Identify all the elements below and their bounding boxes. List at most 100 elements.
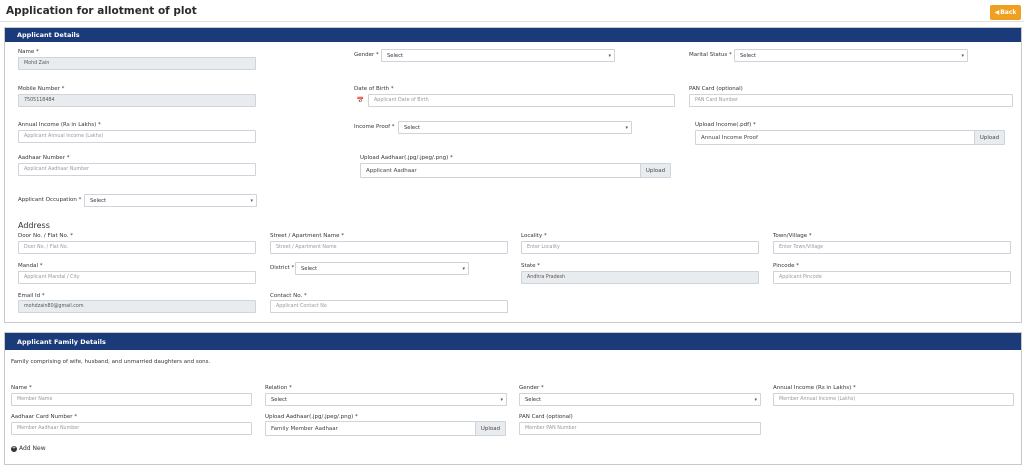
locality-label: Locality * <box>521 233 547 239</box>
chevron-down-icon: ▾ <box>625 124 628 131</box>
member-gender-label: Gender * <box>519 385 544 391</box>
member-upload-aadhaar-field[interactable]: Family Member Aadhaar Upload <box>265 421 506 436</box>
dob-input[interactable]: Applicant Date of Birth <box>368 94 675 107</box>
member-name-placeholder: Member Name <box>17 397 53 402</box>
back-arrow-icon: ◀ <box>994 9 1000 16</box>
street-placeholder: Street / Apartment Name <box>276 245 337 250</box>
upload-aadhaar-label: Upload Aadhaar(.jpg/.jpeg/.png) * <box>360 155 453 161</box>
income-proof-value: Select <box>404 124 421 131</box>
upload-income-label: Upload Income(.pdf) * <box>695 122 756 128</box>
mobile-field: 7505118484 <box>18 94 256 107</box>
town-label: Town/Village * <box>773 233 812 239</box>
page-title: Application for allotment of plot <box>6 5 197 17</box>
chevron-down-icon: ▾ <box>500 396 503 403</box>
upload-income-button[interactable]: Upload <box>974 131 1004 144</box>
mandal-label: Mandal * <box>18 263 43 269</box>
member-upload-aadhaar-placeholder: Family Member Aadhaar <box>271 425 338 432</box>
aadhaar-placeholder: Applicant Aadhaar Number <box>24 167 90 172</box>
mandal-placeholder: Applicant Mandal / City <box>24 275 80 280</box>
applicant-details-header: Applicant Details <box>5 28 1021 42</box>
state-field: Andhra Pradesh <box>521 271 759 284</box>
income-proof-select[interactable]: Select ▾ <box>398 121 632 134</box>
street-input[interactable]: Street / Apartment Name <box>270 241 508 254</box>
income-label: Annual Income (Rs in Lakhs) * <box>18 122 101 128</box>
upload-aadhaar-button[interactable]: Upload <box>640 164 670 177</box>
member-gender-select[interactable]: Select ▾ <box>519 393 761 406</box>
back-button[interactable]: ◀ Back <box>990 5 1021 20</box>
relation-label: Relation * <box>265 385 292 391</box>
contact-input[interactable]: Applicant Contact No <box>270 300 508 313</box>
member-income-label: Annual Income (Rs in Lakhs) * <box>773 385 856 391</box>
chevron-down-icon: ▾ <box>462 265 465 272</box>
name-field: Mohd Zain <box>18 57 256 70</box>
pincode-label: Pincode * <box>773 263 799 269</box>
email-field: mohdzain80@gmail.com <box>18 300 256 313</box>
chevron-down-icon: ▾ <box>961 52 964 59</box>
name-label: Name * <box>18 49 39 55</box>
add-new-member-button[interactable]: + Add New <box>11 445 46 452</box>
gender-value: Select <box>387 52 404 59</box>
gender-select[interactable]: Select ▾ <box>381 49 615 62</box>
pan-placeholder: PAN Card Number <box>695 98 738 103</box>
add-new-label: Add New <box>19 445 46 452</box>
occupation-value: Select <box>90 197 107 204</box>
aadhaar-label: Aadhaar Number * <box>18 155 70 161</box>
upload-aadhaar-field[interactable]: Applicant Aadhaar Upload <box>360 163 671 178</box>
member-income-placeholder: Member Annual Income (Lakhs) <box>779 397 856 402</box>
mobile-value: 7505118484 <box>24 98 55 103</box>
locality-placeholder: Enter Locality <box>527 245 560 250</box>
family-note: Family comprising of wife, husband, and … <box>11 359 211 365</box>
dob-placeholder: Applicant Date of Birth <box>374 98 429 103</box>
divider <box>0 21 1024 22</box>
district-value: Select <box>301 265 318 272</box>
member-gender-value: Select <box>525 396 542 403</box>
relation-value: Select <box>271 396 288 403</box>
calendar-icon[interactable]: 📅 <box>354 94 367 107</box>
gender-label: Gender * <box>354 52 379 58</box>
mandal-input[interactable]: Applicant Mandal / City <box>18 271 256 284</box>
town-placeholder: Enter Town/Village <box>779 245 824 250</box>
applicant-details-title: Applicant Details <box>17 31 80 39</box>
locality-input[interactable]: Enter Locality <box>521 241 759 254</box>
email-value: mohdzain80@gmail.com <box>24 304 84 309</box>
member-aadhaar-input[interactable]: Member Aadhaar Number <box>11 422 252 435</box>
member-name-input[interactable]: Member Name <box>11 393 252 406</box>
upload-income-field[interactable]: Annual Income Proof Upload <box>695 130 1005 145</box>
member-aadhaar-label: Aadhaar Card Number * <box>11 414 78 420</box>
member-name-label: Name * <box>11 385 32 391</box>
state-label: State * <box>521 263 541 269</box>
back-label: Back <box>1000 9 1017 16</box>
state-value: Andhra Pradesh <box>527 275 566 280</box>
mobile-label: Mobile Number * <box>18 86 65 92</box>
occupation-select[interactable]: Select ▾ <box>84 194 257 207</box>
relation-select[interactable]: Select ▾ <box>265 393 507 406</box>
income-input[interactable]: Applicant Annual Income (Lakhs) <box>18 130 256 143</box>
family-details-title: Applicant Family Details <box>17 337 106 346</box>
district-label: District * <box>270 265 295 271</box>
door-label: Door No. / Flat No. * <box>18 233 74 239</box>
member-income-input[interactable]: Member Annual Income (Lakhs) <box>773 393 1014 406</box>
family-details-header: Applicant Family Details <box>5 333 1021 350</box>
occupation-label: Applicant Occupation * <box>18 197 82 203</box>
chevron-down-icon: ▾ <box>754 396 757 403</box>
door-input[interactable]: Door No. / Flat No. <box>18 241 256 254</box>
member-pan-placeholder: Member PAN Number <box>525 426 577 431</box>
aadhaar-input[interactable]: Applicant Aadhaar Number <box>18 163 256 176</box>
contact-placeholder: Applicant Contact No <box>276 304 327 309</box>
pincode-input[interactable]: Applicant Pincode <box>773 271 1011 284</box>
pan-input[interactable]: PAN Card Number <box>689 94 1013 107</box>
income-proof-label: Income Proof * <box>354 124 395 130</box>
chevron-down-icon: ▾ <box>608 52 611 59</box>
marital-status-value: Select <box>740 52 757 59</box>
member-upload-aadhaar-button[interactable]: Upload <box>475 422 505 435</box>
pincode-placeholder: Applicant Pincode <box>779 275 822 280</box>
address-title: Address <box>18 221 50 230</box>
marital-status-select[interactable]: Select ▾ <box>734 49 968 62</box>
district-select[interactable]: Select ▾ <box>295 262 469 275</box>
member-pan-input[interactable]: Member PAN Number <box>519 422 761 435</box>
marital-status-label: Marital Status * <box>689 52 732 58</box>
member-aadhaar-placeholder: Member Aadhaar Number <box>17 426 80 431</box>
door-placeholder: Door No. / Flat No. <box>24 245 69 250</box>
town-input[interactable]: Enter Town/Village <box>773 241 1011 254</box>
upload-aadhaar-placeholder: Applicant Aadhaar <box>366 167 417 174</box>
